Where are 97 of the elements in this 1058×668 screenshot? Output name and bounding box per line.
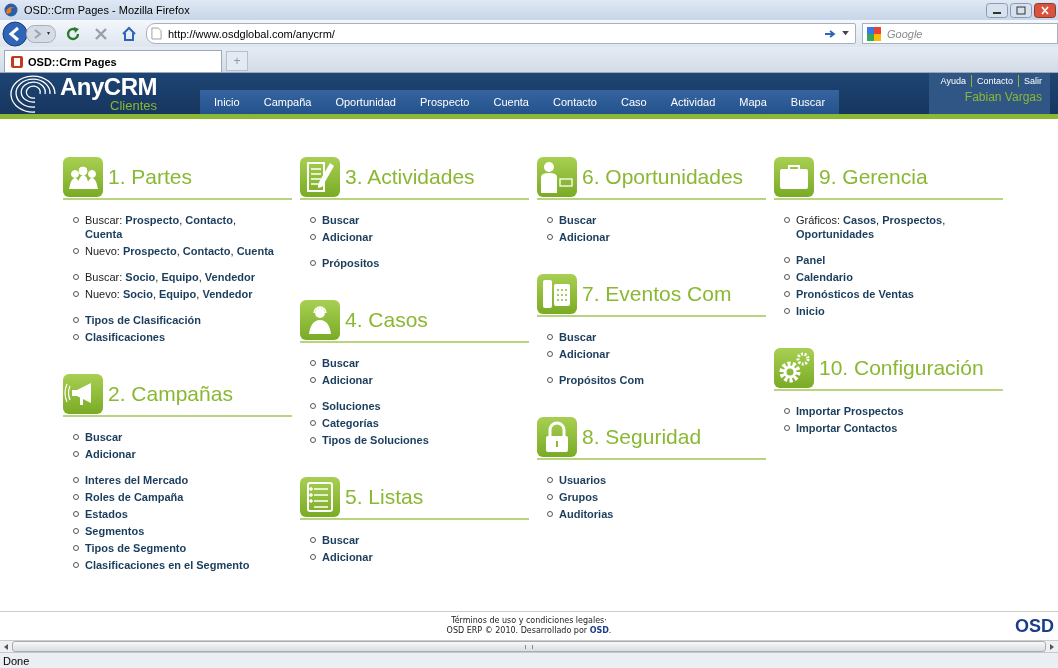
menu-link[interactable]: Panel xyxy=(796,253,826,267)
logo-text: AnyCRM xyxy=(60,75,157,99)
browser-logo-icon xyxy=(4,3,18,17)
terms-link[interactable]: Términos de uso y condiciones legales· xyxy=(451,616,607,626)
page-icon xyxy=(151,27,162,40)
section-title: 8. Seguridad xyxy=(582,425,702,449)
menu-link[interactable]: Propósitos Com xyxy=(559,373,644,387)
briefcase-icon xyxy=(774,157,814,197)
person-cash-icon xyxy=(537,157,577,197)
user-name: Fabian Vargas xyxy=(964,90,1042,104)
section-title: 7. Eventos Com xyxy=(582,282,732,306)
link-line[interactable]: Nuevo: Socio, Equipo, Vendedor xyxy=(85,287,253,301)
menu-item[interactable]: Cuenta xyxy=(481,96,541,108)
top-link[interactable]: Salir xyxy=(1024,76,1042,86)
menu-link[interactable]: Soluciones xyxy=(322,399,381,413)
checklist-icon xyxy=(300,477,340,517)
menu-link[interactable]: Tipos de Clasificación xyxy=(85,313,201,327)
menu-link[interactable]: Roles de Campaña xyxy=(85,490,184,504)
menu-link[interactable]: Pronósticos de Ventas xyxy=(796,287,914,301)
section-title: 4. Casos xyxy=(345,308,428,332)
headset-person-icon xyxy=(300,300,340,340)
menu-item[interactable]: Caso xyxy=(609,96,659,108)
menu-link[interactable]: Buscar xyxy=(85,430,123,444)
favicon-icon xyxy=(11,55,23,68)
menu-link[interactable]: Clasificaciones en el Segmento xyxy=(85,558,250,572)
close-button[interactable] xyxy=(1034,2,1056,18)
menu-item[interactable]: Oportunidad xyxy=(323,96,408,108)
menu-link[interactable]: Adicionar xyxy=(322,373,373,387)
menu-link[interactable]: Buscar xyxy=(322,356,360,370)
link-line[interactable]: Gráficos: Casos, Prospectos, Oportunidades xyxy=(796,213,986,241)
search-field[interactable]: Google xyxy=(862,23,1058,44)
home-icon[interactable] xyxy=(121,25,137,42)
browser-tab[interactable]: OSD::Crm Pages xyxy=(4,50,222,72)
menu-link[interactable]: Própositos xyxy=(322,256,380,270)
menu-item[interactable]: Mapa xyxy=(727,96,779,108)
menu-item[interactable]: Contacto xyxy=(540,96,609,108)
section-title: 9. Gerencia xyxy=(819,165,928,189)
menu-link[interactable]: Grupos xyxy=(559,490,599,504)
scroll-left-icon[interactable] xyxy=(3,643,9,650)
menu-link[interactable]: Estados xyxy=(85,507,128,521)
menu-link[interactable]: Interes del Mercado xyxy=(85,473,189,487)
go-arrow-icon[interactable] xyxy=(824,28,836,39)
search-engine-icon[interactable] xyxy=(867,26,881,41)
menu-link[interactable]: Tipos de Soluciones xyxy=(322,433,429,447)
phone-icon xyxy=(537,274,577,314)
link-line[interactable]: Buscar: Socio, Equipo, Vendedor xyxy=(85,270,255,284)
back-button[interactable] xyxy=(2,20,28,47)
menu-link[interactable]: Importar Prospectos xyxy=(796,404,904,418)
status-text: Done xyxy=(3,654,30,667)
menu-link[interactable]: Segmentos xyxy=(85,524,145,538)
menu-link[interactable]: Buscar xyxy=(322,213,360,227)
document-pencil-icon xyxy=(300,157,340,197)
menu-item[interactable]: Actividad xyxy=(658,96,728,108)
menu-link[interactable]: Auditorias xyxy=(559,507,614,521)
gears-icon xyxy=(774,348,814,388)
menu-item[interactable]: Inicio xyxy=(202,96,252,108)
menu-link[interactable]: Clasificaciones xyxy=(85,330,166,344)
menu-link[interactable]: Importar Contactos xyxy=(796,421,898,435)
section-title: 2. Campañas xyxy=(108,382,233,406)
window-title: OSD::Crm Pages - Mozilla Firefox xyxy=(24,4,191,16)
menu-link[interactable]: Adicionar xyxy=(559,230,610,244)
menu-link[interactable]: Inicio xyxy=(796,304,825,318)
section-title: 6. Oportunidades xyxy=(582,165,744,189)
minimize-button[interactable] xyxy=(986,2,1008,18)
link-line[interactable]: Buscar: Prospecto, Contacto, Cuenta xyxy=(85,213,275,241)
padlock-icon xyxy=(537,417,577,457)
menu-link[interactable]: Calendario xyxy=(796,270,853,284)
scroll-right-icon[interactable] xyxy=(1049,643,1055,650)
menu-item[interactable]: Prospecto xyxy=(407,96,482,108)
menu-link[interactable]: Categorías xyxy=(322,416,379,430)
menu-item[interactable]: Buscar xyxy=(778,96,838,108)
menu-link[interactable]: Adicionar xyxy=(559,347,610,361)
logo-subtitle: Clientes xyxy=(110,99,157,112)
menu-link[interactable]: Tipos de Segmento xyxy=(85,541,187,555)
menu-link[interactable]: Adicionar xyxy=(322,550,373,564)
menu-item[interactable]: Campaña xyxy=(251,96,324,108)
section-title: 5. Listas xyxy=(345,485,424,509)
section-title: 10. Configuración xyxy=(819,356,984,380)
section-title: 1. Partes xyxy=(108,165,193,189)
section-title: 3. Actividades xyxy=(345,165,475,189)
people-icon xyxy=(63,157,103,197)
menu-link[interactable]: Buscar xyxy=(322,533,360,547)
menu-link[interactable]: Adicionar xyxy=(85,447,136,461)
reload-icon[interactable] xyxy=(65,25,81,42)
footer-logo: OSD xyxy=(1015,615,1054,637)
top-link[interactable]: Ayuda xyxy=(940,76,966,86)
menu-link[interactable]: Adicionar xyxy=(322,230,373,244)
copyright-text: OSD ERP © 2010. Desarrollado por OSD. xyxy=(446,626,612,636)
top-link[interactable]: Contacto xyxy=(976,76,1013,86)
link-line[interactable]: Nuevo: Prospecto, Contacto, Cuenta xyxy=(85,244,274,258)
megaphone-icon xyxy=(63,374,103,414)
dropdown-caret-icon[interactable] xyxy=(842,31,849,36)
menu-link[interactable]: Buscar xyxy=(559,330,597,344)
url-field[interactable]: http://www.osdglobal.com/anycrm/ xyxy=(146,23,856,44)
menu-link[interactable]: Usuarios xyxy=(559,473,607,487)
menu-link[interactable]: Buscar xyxy=(559,213,597,227)
horizontal-scrollbar[interactable] xyxy=(0,640,1058,652)
